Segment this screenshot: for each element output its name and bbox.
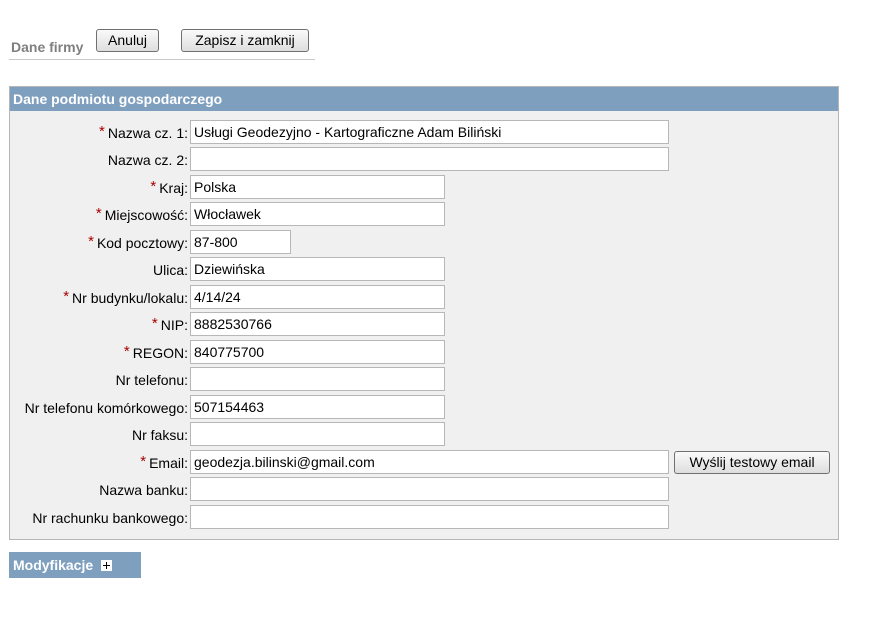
required-marker: * <box>99 123 105 140</box>
country-label: * Kraj: <box>150 178 188 196</box>
field-row-email: *Email: Wyślij testowy email <box>10 450 838 476</box>
postal-code-input[interactable] <box>190 230 291 254</box>
country-input[interactable] <box>190 175 445 199</box>
field-row-phone: Nr telefonu: <box>10 367 838 393</box>
panel-header: Dane podmiotu gospodarczego <box>10 87 838 111</box>
required-marker: * <box>88 233 94 250</box>
street-label: Ulica: <box>152 262 188 278</box>
regon-input[interactable] <box>190 340 445 364</box>
fax-label: Nr faksu: <box>131 427 188 443</box>
building-number-input[interactable] <box>190 285 445 309</box>
email-label: * Email: <box>140 453 188 471</box>
bank-name-label: Nazwa banku: <box>99 482 188 498</box>
nip-input[interactable] <box>190 312 445 336</box>
regon-label: * REGON: <box>123 343 188 361</box>
postal-label: * Kod pocztowy: <box>88 233 188 251</box>
street-input[interactable] <box>190 257 445 281</box>
modifications-section-toggle[interactable]: Modyfikacje <box>9 552 141 578</box>
required-marker: * <box>150 178 157 195</box>
field-row-bank-account: Nr rachunku bankowego: <box>10 505 838 531</box>
field-row-country: * Kraj: <box>10 175 838 201</box>
field-row-bank-name: Nazwa banku: <box>10 477 838 503</box>
phone-label: Nr telefonu: <box>115 372 188 388</box>
phone-input[interactable] <box>190 367 445 391</box>
field-row-fax: Nr faksu: <box>10 422 838 448</box>
field-row-regon: * REGON: <box>10 340 838 366</box>
modifications-title: Modyfikacje <box>13 557 94 573</box>
bank-account-input[interactable] <box>190 505 669 529</box>
mobile-input[interactable] <box>190 395 445 419</box>
cancel-button[interactable]: Anuluj <box>96 29 159 52</box>
name1-label: * Nazwa cz. 1: <box>99 123 188 141</box>
field-row-city: * Miejscowość: <box>10 202 838 228</box>
building-label: * Nr budynku/lokalu: <box>63 288 188 306</box>
page-title: Dane firmy <box>11 39 84 55</box>
save-and-close-button[interactable]: Zapisz i zamknij <box>181 29 309 52</box>
name1-input[interactable] <box>190 120 669 144</box>
send-test-email-button[interactable]: Wyślij testowy email <box>674 451 830 474</box>
mobile-label: Nr telefonu komórkowego: <box>24 400 188 416</box>
field-row-name1: * Nazwa cz. 1: <box>10 120 838 146</box>
required-marker: * <box>123 343 130 360</box>
name2-input[interactable] <box>190 147 669 171</box>
field-row-name2: Nazwa cz. 2: <box>10 147 838 173</box>
nip-label: * NIP: <box>151 315 188 333</box>
city-label: * Miejscowość: <box>95 205 188 223</box>
required-marker: * <box>95 205 102 222</box>
name2-label: Nazwa cz. 2: <box>107 152 188 168</box>
email-input[interactable] <box>190 450 669 474</box>
plus-box-icon[interactable] <box>101 560 113 571</box>
fax-input[interactable] <box>190 422 445 446</box>
field-row-street: Ulica: <box>10 257 838 283</box>
field-row-postal: * Kod pocztowy: <box>10 230 838 256</box>
bank-name-input[interactable] <box>190 477 669 501</box>
required-marker: * <box>151 315 158 332</box>
field-row-mobile: Nr telefonu komórkowego: <box>10 395 838 421</box>
city-input[interactable] <box>190 202 445 226</box>
toolbar: Dane firmy Anuluj Zapisz i zamknij <box>9 28 315 60</box>
company-data-panel: Dane podmiotu gospodarczego * Nazwa cz. 1… <box>9 86 839 540</box>
required-marker: * <box>140 453 147 470</box>
bank-account-label: Nr rachunku bankowego: <box>32 510 188 526</box>
field-row-nip: * NIP: <box>10 312 838 338</box>
required-marker: * <box>63 288 70 305</box>
field-row-building: * Nr budynku/lokalu: <box>10 285 838 311</box>
